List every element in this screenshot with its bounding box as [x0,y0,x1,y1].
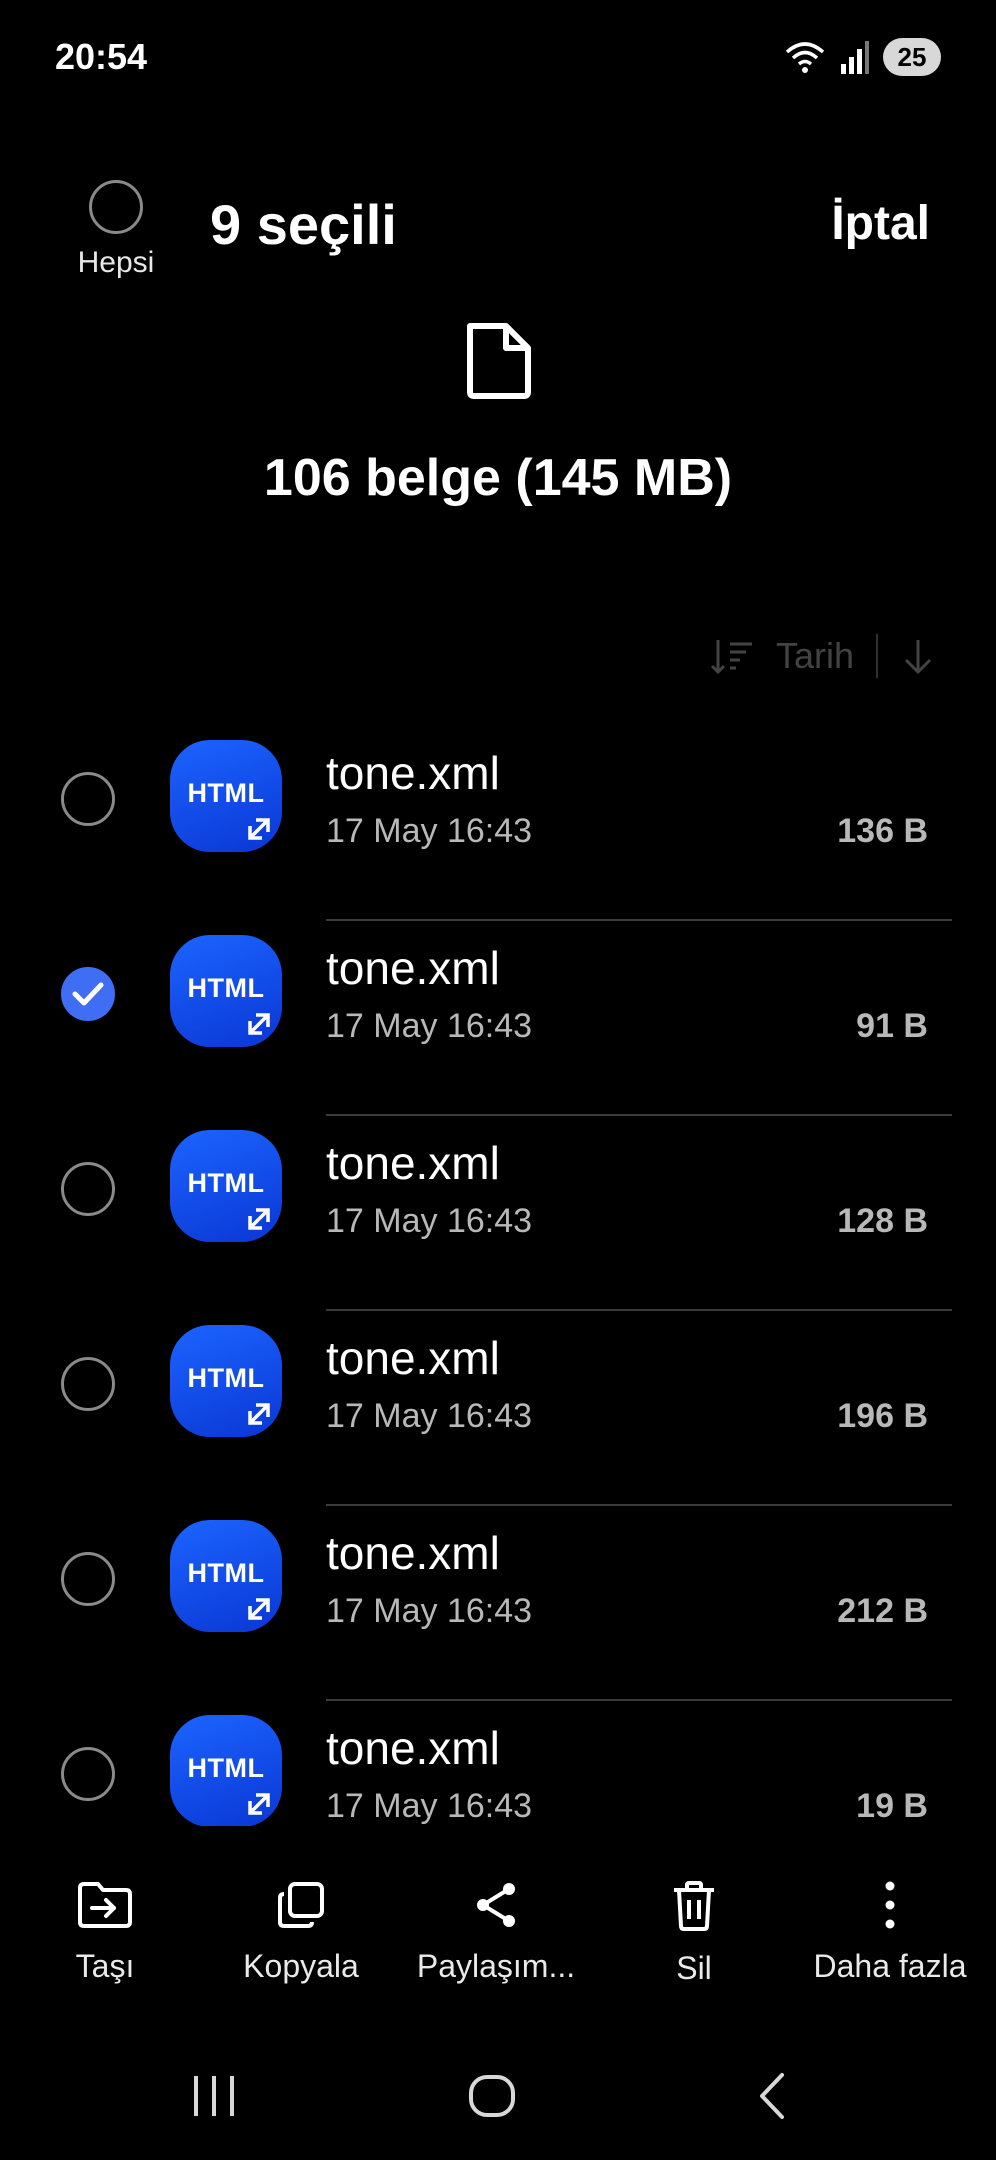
file-date: 17 May 16:43 [326,1397,533,1435]
file-name: tone.xml [326,942,500,994]
recent-apps-icon [194,2076,234,2116]
html-file-icon: HTML [170,740,282,852]
file-name: tone.xml [326,747,500,799]
file-name: tone.xml [326,1137,500,1189]
copy-label: Kopyala [243,1948,359,1984]
sort-bar: Tarih [710,628,936,684]
navigation-bar [0,2060,996,2132]
file-row[interactable]: HTML tone.xml 17 May 16:43 196 B [0,1311,996,1506]
shortcut-arrow-icon [248,1013,270,1035]
delete-label: Sil [676,1950,712,1986]
row-checkbox[interactable] [61,1552,115,1606]
back-button[interactable] [736,2060,808,2132]
file-name: tone.xml [326,1722,500,1774]
sort-by-date-button[interactable]: Tarih [776,635,854,677]
move-folder-icon [78,1882,132,1928]
status-bar: 20:54 25 [0,0,996,118]
file-date: 17 May 16:43 [326,812,533,850]
html-file-icon: HTML [170,1715,282,1826]
shortcut-arrow-icon [248,818,270,840]
sort-divider [876,634,878,678]
home-button[interactable] [456,2060,528,2132]
html-file-icon: HTML [170,1130,282,1242]
signal-icon [841,41,869,74]
file-row[interactable]: HTML tone.xml 17 May 16:43 136 B [0,726,996,921]
back-icon [760,2073,784,2119]
file-size: 136 B [837,812,928,850]
row-checkbox[interactable] [61,772,115,826]
sort-direction-icon[interactable] [900,636,936,676]
more-options-label: Daha fazla [813,1948,967,1984]
row-checkbox[interactable] [61,1747,115,1801]
select-all-toggle[interactable]: Hepsi [68,180,164,280]
checkmark-icon [72,982,104,1006]
row-checkbox-checked[interactable] [61,967,115,1021]
share-icon [477,1883,515,1927]
document-icon [467,323,531,399]
row-checkbox[interactable] [61,1162,115,1216]
file-date: 17 May 16:43 [326,1202,533,1240]
file-size: 196 B [837,1397,928,1435]
file-size: 212 B [837,1592,928,1630]
selected-count-title: 9 seçili [210,193,397,256]
copy-icon [278,1882,324,1928]
file-row[interactable]: HTML tone.xml 17 May 16:43 212 B [0,1506,996,1701]
file-name: tone.xml [326,1332,500,1384]
recent-apps-button[interactable] [178,2060,250,2132]
home-icon [469,2075,515,2117]
file-date: 17 May 16:43 [326,1007,533,1045]
shortcut-arrow-icon [248,1403,270,1425]
sort-icon[interactable] [710,636,754,676]
select-all-checkbox[interactable] [89,180,143,234]
share-label: Paylaşım... [416,1948,576,1984]
file-date: 17 May 16:43 [326,1787,533,1825]
wifi-icon [785,42,825,73]
status-icons: 25 [785,38,941,76]
more-options-button[interactable]: Daha fazla [790,1880,990,1985]
shortcut-arrow-icon [248,1208,270,1230]
html-file-icon: HTML [170,1520,282,1632]
more-vertical-icon [885,1881,895,1929]
cancel-button[interactable]: İptal [831,196,930,251]
trash-icon [674,1881,714,1931]
file-row[interactable]: HTML tone.xml 17 May 16:43 128 B [0,1116,996,1311]
select-all-label: Hepsi [77,246,155,279]
status-time: 20:54 [55,36,148,77]
file-row[interactable]: HTML tone.xml 17 May 16:43 91 B [0,921,996,1116]
share-button[interactable]: Paylaşım... [396,1880,596,1985]
file-size: 19 B [856,1787,928,1825]
file-date: 17 May 16:43 [326,1592,533,1630]
row-checkbox[interactable] [61,1357,115,1411]
screen: 20:54 25 Hepsi 9 seçili İptal 106 belge … [0,0,996,2160]
battery-indicator: 25 [883,38,941,76]
file-name: tone.xml [326,1527,500,1579]
file-list[interactable]: HTML tone.xml 17 May 16:43 136 B HTML to… [0,726,996,1826]
move-label: Taşı [75,1948,135,1984]
file-size: 128 B [837,1202,928,1240]
category-summary: 106 belge (145 MB) [263,449,733,507]
action-bar: Taşı Kopyala Paylaşım... Sil Daha fazla [0,1880,996,2020]
shortcut-arrow-icon [248,1598,270,1620]
shortcut-arrow-icon [248,1793,270,1815]
html-file-icon: HTML [170,1325,282,1437]
delete-button[interactable]: Sil [594,1880,794,1987]
file-row[interactable]: HTML tone.xml 17 May 16:43 19 B [0,1701,996,1826]
html-file-icon: HTML [170,935,282,1047]
copy-button[interactable]: Kopyala [201,1880,401,1985]
move-button[interactable]: Taşı [5,1880,205,1985]
file-size: 91 B [856,1007,928,1045]
